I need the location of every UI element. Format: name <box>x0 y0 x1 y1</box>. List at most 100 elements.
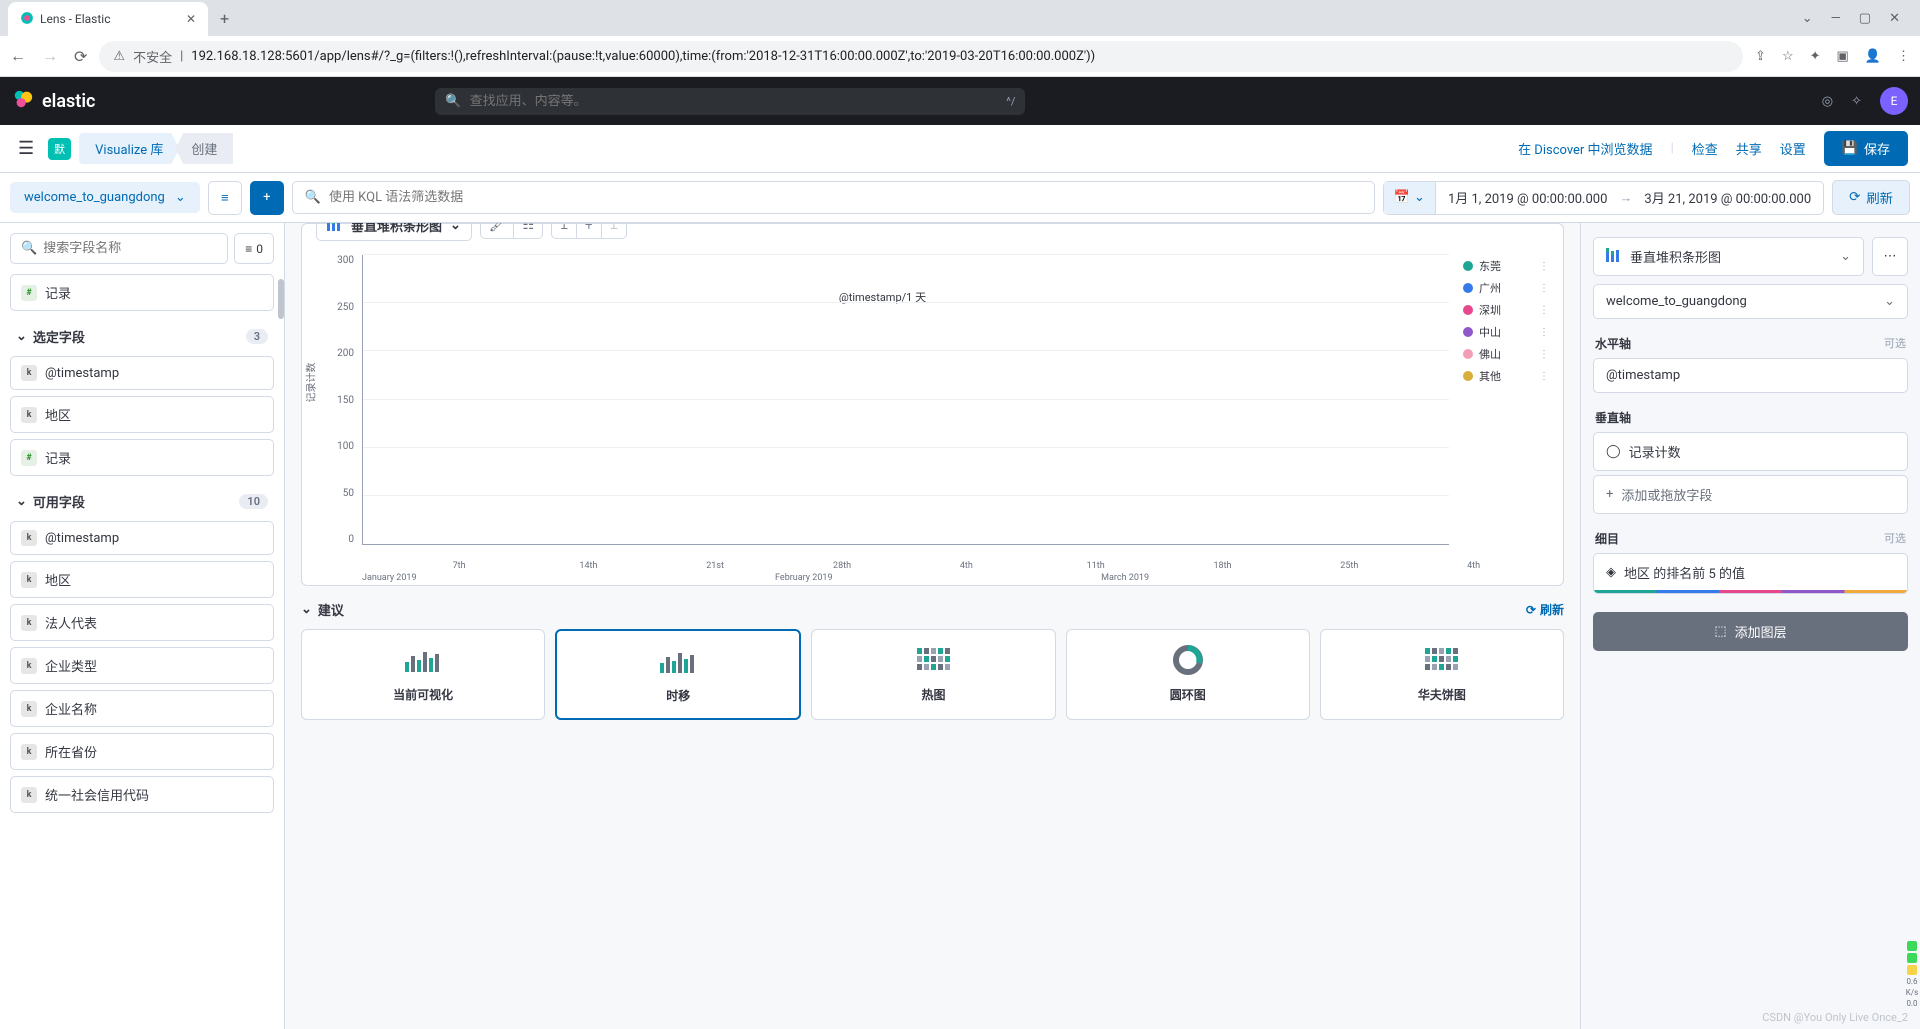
breadcrumb-library[interactable]: Visualize 库 <box>79 133 179 164</box>
suggestions-refresh[interactable]: ⟳ 刷新 <box>1526 601 1564 618</box>
url-box[interactable]: ⚠ 不安全 | 192.168.18.128:5601/app/lens#/?_… <box>99 41 1743 72</box>
bookmark-icon[interactable]: ☆ <box>1782 49 1794 64</box>
minimize-icon[interactable]: — <box>1831 11 1841 26</box>
field-item[interactable]: k@timestamp <box>10 356 274 390</box>
share-link[interactable]: 共享 <box>1736 139 1762 158</box>
suggestion-card[interactable]: 时移 <box>555 629 801 720</box>
vertical-axis-field[interactable]: ◯ 记录计数 <box>1593 432 1908 471</box>
bar-stacked-icon <box>327 223 343 235</box>
field-item[interactable]: k地区 <box>10 396 274 433</box>
maximize-icon[interactable]: ▢ <box>1859 11 1871 26</box>
kql-query-input[interactable]: 🔍 <box>292 181 1375 214</box>
legend-item[interactable]: 深圳⋮ <box>1463 299 1549 321</box>
scrollbar-thumb[interactable] <box>278 279 284 319</box>
help-icon[interactable]: ✧ <box>1851 94 1862 109</box>
field-item[interactable]: k法人代表 <box>10 604 274 641</box>
inspect-link[interactable]: 检查 <box>1692 139 1718 158</box>
record-token[interactable]: # 记录 <box>10 274 274 311</box>
suggestion-icon <box>567 645 789 677</box>
avatar[interactable]: E <box>1880 87 1908 115</box>
reload-icon[interactable]: ⟳ <box>74 47 87 66</box>
legend-item[interactable]: 广州⋮ <box>1463 277 1549 299</box>
axis-left-icon[interactable]: ⫠ <box>552 223 577 238</box>
panel-icon[interactable]: ▣ <box>1837 49 1849 64</box>
available-fields-head[interactable]: ⌄ 可用字段 10 <box>10 482 274 521</box>
suggestion-card[interactable]: 圆环图 <box>1066 629 1310 720</box>
field-item[interactable]: k企业名称 <box>10 690 274 727</box>
open-in-discover-link[interactable]: 在 Discover 中浏览数据 <box>1518 139 1653 158</box>
elastic-logo[interactable]: elastic <box>12 88 95 115</box>
filter-funnel-button[interactable]: ≡ <box>208 181 242 215</box>
new-tab-button[interactable]: + <box>220 9 229 28</box>
legend-options-icon[interactable]: ⋮ <box>1539 305 1549 316</box>
add-layer-button[interactable]: ⬚ 添加图层 <box>1593 612 1908 651</box>
date-from[interactable]: 1月 1, 2019 @ 00:00:00.000 <box>1436 188 1619 207</box>
breakdown-field[interactable]: ◈ 地区 的排名前 5 的值 <box>1593 553 1908 594</box>
axis-bottom-icon[interactable]: ⫟ <box>577 223 602 238</box>
news-icon[interactable]: ◎ <box>1822 94 1833 109</box>
legend-item[interactable]: 其他⋮ <box>1463 365 1549 387</box>
chart-plot[interactable]: 记录计数 300250200150100500 7th14th21st28th4… <box>316 255 1449 575</box>
field-item[interactable]: k地区 <box>10 561 274 598</box>
legend-item[interactable]: 东莞⋮ <box>1463 255 1549 277</box>
browser-tab[interactable]: Lens - Elastic ✕ <box>8 2 208 36</box>
field-filter-button[interactable]: ≡ 0 <box>234 233 274 264</box>
keyword-type-icon: k <box>21 615 37 631</box>
suggestion-card[interactable]: 华夫饼图 <box>1320 629 1564 720</box>
horizontal-axis-field[interactable]: @timestamp <box>1593 358 1908 393</box>
field-search-input[interactable]: 🔍 <box>10 233 228 264</box>
kql-input-field[interactable] <box>329 190 1362 205</box>
field-item[interactable]: #记录 <box>10 439 274 476</box>
close-window-icon[interactable]: ✕ <box>1889 11 1900 26</box>
search-icon: 🔍 <box>445 94 461 109</box>
chart-type-selector[interactable]: 垂直堆积条形图 ⌄ <box>316 223 472 241</box>
date-picker[interactable]: 📅 ⌄ 1月 1, 2019 @ 00:00:00.000 → 3月 21, 2… <box>1383 181 1824 215</box>
chevron-down-icon[interactable]: ⌄ <box>301 602 312 617</box>
chevron-down-icon: ⌄ <box>1840 249 1851 264</box>
refresh-button[interactable]: ⟳ 刷新 <box>1832 180 1910 215</box>
legend-item[interactable]: 中山⋮ <box>1463 321 1549 343</box>
add-filter-button[interactable]: + <box>250 181 284 215</box>
kebab-menu-icon[interactable]: ⋮ <box>1897 49 1910 64</box>
field-item[interactable]: k@timestamp <box>10 521 274 555</box>
fields-panel: 🔍 ≡ 0 # 记录 ⌄ 选定字段 3 k@timestamp k地区 #记录 ⌄ … <box>0 223 285 1029</box>
layer-options-button[interactable]: ⋯ <box>1872 237 1908 276</box>
search-icon: 🔍 <box>21 241 37 256</box>
date-to[interactable]: 3月 21, 2019 @ 00:00:00.000 <box>1632 188 1823 207</box>
global-search-input[interactable] <box>470 94 999 109</box>
save-button[interactable]: 💾 保存 <box>1824 131 1908 166</box>
settings-link[interactable]: 设置 <box>1780 139 1806 158</box>
index-pattern-selector[interactable]: welcome_to_guangdong ⌄ <box>10 182 200 213</box>
extensions-icon[interactable]: ✦ <box>1810 49 1821 64</box>
legend-options-icon[interactable]: ⋮ <box>1539 261 1549 272</box>
global-search[interactable]: 🔍 ^/ <box>435 88 1025 115</box>
field-item[interactable]: k所在省份 <box>10 733 274 770</box>
suggestion-card[interactable]: 热图 <box>811 629 1055 720</box>
layer-index-dropdown[interactable]: welcome_to_guangdong ⌄ <box>1593 284 1908 319</box>
field-item[interactable]: k企业类型 <box>10 647 274 684</box>
axis-right-icon[interactable]: ⫠ <box>602 223 626 238</box>
legend-item[interactable]: 佛山⋮ <box>1463 343 1549 365</box>
share-icon[interactable]: ⇪ <box>1755 49 1766 64</box>
legend-icon[interactable]: ⚏ <box>514 223 542 238</box>
hamburger-icon[interactable]: ☰ <box>12 134 40 163</box>
calendar-button[interactable]: 📅 ⌄ <box>1384 182 1436 214</box>
chevron-down-icon[interactable]: ⌄ <box>1802 11 1813 26</box>
selected-fields-head[interactable]: ⌄ 选定字段 3 <box>10 317 274 356</box>
tab-close-icon[interactable]: ✕ <box>186 12 196 26</box>
legend-options-icon[interactable]: ⋮ <box>1539 371 1549 382</box>
keyword-type-icon: k <box>21 787 37 803</box>
chevron-down-icon: ⌄ <box>1414 190 1425 205</box>
legend-options-icon[interactable]: ⋮ <box>1539 283 1549 294</box>
chart-type-dropdown[interactable]: 垂直堆积条形图 ⌄ <box>1593 237 1864 276</box>
brush-icon[interactable]: 🖌 <box>481 223 515 238</box>
add-vertical-field[interactable]: + 添加或拖放字段 <box>1593 475 1908 514</box>
legend-options-icon[interactable]: ⋮ <box>1539 349 1549 360</box>
elastic-wordmark: elastic <box>42 91 95 112</box>
tab-bar: Lens - Elastic ✕ + ⌄ — ▢ ✕ <box>0 0 1920 36</box>
profile-icon[interactable]: 👤 <box>1865 49 1881 64</box>
legend-options-icon[interactable]: ⋮ <box>1539 327 1549 338</box>
back-icon[interactable]: ← <box>10 46 26 66</box>
field-item[interactable]: k统一社会信用代码 <box>10 776 274 813</box>
suggestion-card[interactable]: 当前可视化 <box>301 629 545 720</box>
